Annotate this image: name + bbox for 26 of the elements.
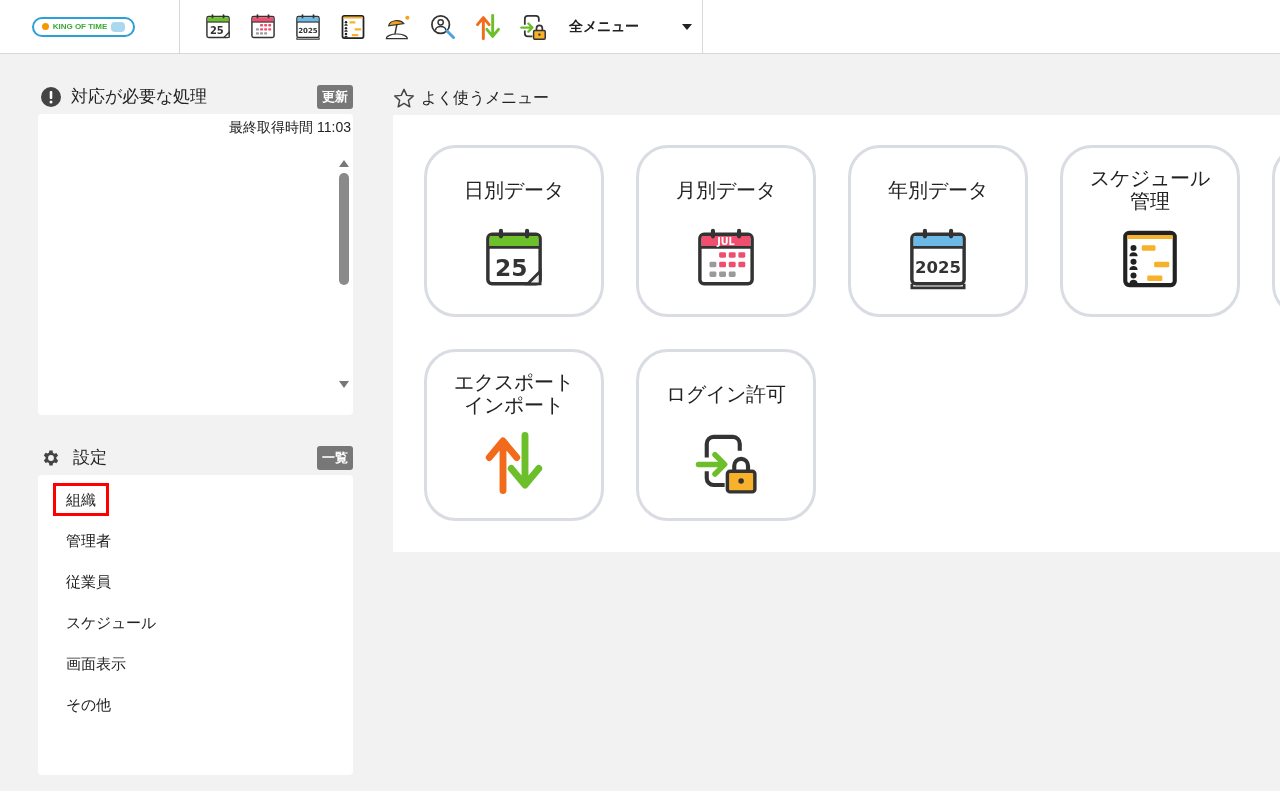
- caret-icon: [682, 23, 692, 30]
- menu-tile[interactable]: ログイン許可: [636, 349, 816, 521]
- menu-tile[interactable]: 年別データ 2025: [848, 145, 1028, 317]
- refresh-button[interactable]: 更新: [317, 85, 353, 109]
- menu-tile[interactable]: 月別データ JUL: [636, 145, 816, 317]
- section-title: 対応が必要な処理: [71, 86, 207, 109]
- alert-icon: [41, 87, 61, 107]
- settings-link[interactable]: その他: [56, 691, 121, 718]
- menu-tile[interactable]: エクスポート インポート: [424, 349, 604, 521]
- menu-tile[interactable]: スケジュール 管理: [1060, 145, 1240, 317]
- scroll-up-icon[interactable]: [339, 160, 349, 167]
- scrollbar[interactable]: [338, 160, 350, 388]
- settings-link[interactable]: 管理者: [56, 527, 121, 554]
- section-title: 設定: [73, 447, 107, 470]
- last-fetched-time: 最終取得時間 11:03: [229, 118, 351, 137]
- settings-link[interactable]: スケジュール: [56, 609, 166, 636]
- star-icon: [393, 88, 415, 108]
- section-title: よく使うメニュー: [421, 88, 549, 108]
- settings-link[interactable]: 組織: [53, 483, 109, 516]
- settings-icon: [41, 448, 61, 468]
- list-button[interactable]: 一覧: [317, 446, 353, 470]
- menu-dropdown[interactable]: 全メニュー: [569, 0, 703, 53]
- settings-link[interactable]: 画面表示: [56, 650, 136, 677]
- scroll-down-icon[interactable]: [339, 381, 349, 388]
- settings-link[interactable]: 従業員: [56, 568, 121, 595]
- menu-tile[interactable]: 日別データ 25: [424, 145, 604, 317]
